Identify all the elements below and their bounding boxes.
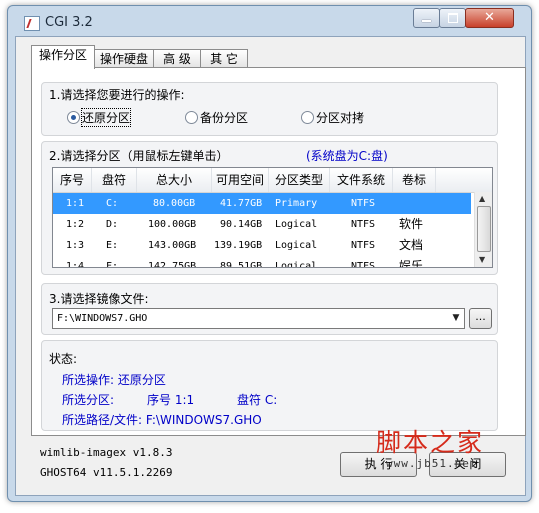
cell-fs: NTFS (351, 198, 376, 209)
col-index[interactable]: 序号 (53, 168, 92, 192)
cell-label: 软件 (399, 217, 424, 231)
close-icon: ✕ (484, 10, 495, 25)
cell-free: 41.77GB (220, 198, 263, 209)
table-row[interactable]: 1:2 D: 100.00GB 90.14GB Logical NTFS 软件 (53, 214, 471, 235)
minimize-icon (422, 20, 431, 22)
cell-label: 文档 (399, 238, 424, 252)
col-label[interactable]: 卷标 (393, 168, 436, 192)
scroll-up-icon[interactable]: ▲ (479, 194, 485, 203)
watermark-url: www.jb51.net (386, 457, 478, 470)
scroll-thumb[interactable] (477, 206, 491, 252)
image-file-label: 3.请选择镜像文件: (49, 292, 149, 306)
cell-fs: NTFS (351, 219, 376, 230)
table-row[interactable]: 1:4 F: 142.75GB 89.51GB Logical NTFS 娱乐 (53, 256, 471, 268)
status-partition-index: 序号 1:1 (147, 393, 195, 407)
table-row[interactable]: 1:1 C: 80.00GB 41.77GB Primary NTFS (53, 193, 471, 214)
list-scrollbar[interactable]: ▲ ▼ (474, 192, 492, 267)
site-watermark: 脚本之家 www.jb51.net (376, 423, 496, 475)
maximize-button[interactable] (439, 8, 466, 28)
cell-total: 100.00GB (148, 219, 197, 230)
cell-drive: C: (106, 198, 119, 209)
status-label: 状态: (49, 352, 78, 366)
ghost-version: GHOST64 v11.5.1.2269 (40, 466, 173, 479)
cell-type: Primary (275, 198, 318, 209)
cell-free: 90.14GB (220, 219, 263, 230)
operation-label: 1.请选择您要进行的操作: (49, 88, 185, 102)
col-free[interactable]: 可用空间 (212, 168, 269, 192)
cell-fs: NTFS (351, 240, 376, 251)
col-drive[interactable]: 盘符 (92, 168, 137, 192)
col-total[interactable]: 总大小 (137, 168, 212, 192)
scroll-down-icon[interactable]: ▼ (479, 255, 485, 264)
partition-label: 2.请选择分区（用鼠标左键单击） (49, 149, 229, 163)
cell-type: Logical (275, 261, 318, 268)
radio-backup-label[interactable]: 备份分区 (200, 109, 248, 126)
radio-copy-label[interactable]: 分区对拷 (316, 109, 364, 126)
cell-drive: F: (106, 261, 119, 268)
window-title: CGI 3.2 (45, 15, 93, 30)
cell-drive: D: (106, 219, 119, 230)
image-file-value: F:\WINDOWS7.GHO (57, 313, 148, 324)
cell-drive: E: (106, 240, 119, 251)
tab-advanced[interactable]: 高 级 (153, 49, 201, 68)
list-header: 序号 盘符 总大小 可用空间 分区类型 文件系统 卷标 (53, 168, 492, 193)
tab-other[interactable]: 其 它 (200, 49, 248, 68)
cell-free: 139.19GB (214, 240, 263, 251)
radio-copy[interactable] (301, 111, 314, 124)
cell-label: 娱乐 (399, 259, 424, 268)
cell-fs: NTFS (351, 261, 376, 268)
partition-list[interactable]: 序号 盘符 总大小 可用空间 分区类型 文件系统 卷标 1:1 C: 80.00… (52, 167, 493, 268)
watermark-logo-text: 脚本之家 (376, 428, 485, 457)
minimize-button[interactable] (413, 8, 440, 28)
maximize-icon (448, 13, 458, 23)
status-partition-label: 所选分区: (62, 393, 115, 407)
cell-total: 142.75GB (148, 261, 197, 268)
close-window-button[interactable]: ✕ (465, 8, 514, 28)
cell-index: 1:1 (66, 198, 85, 209)
col-type[interactable]: 分区类型 (269, 168, 330, 192)
app-icon (24, 16, 40, 31)
radio-restore[interactable] (67, 111, 80, 124)
tab-partition[interactable]: 操作分区 (31, 45, 95, 69)
chevron-down-icon[interactable]: ▼ (448, 309, 464, 328)
image-file-combo[interactable]: F:\WINDOWS7.GHO ▼ (52, 308, 465, 329)
cell-index: 1:4 (66, 261, 85, 268)
wimlib-version: wimlib-imagex v1.8.3 (40, 446, 173, 459)
status-path: 所选路径/文件: F:\WINDOWS7.GHO (62, 413, 262, 427)
col-fs[interactable]: 文件系统 (330, 168, 393, 192)
radio-backup[interactable] (185, 111, 198, 124)
status-partition-drive: 盘符 C: (237, 393, 278, 407)
tab-disk[interactable]: 操作硬盘 (94, 49, 154, 68)
cell-index: 1:2 (66, 219, 85, 230)
cell-total: 80.00GB (153, 198, 196, 209)
cell-total: 143.00GB (148, 240, 197, 251)
cell-free: 89.51GB (220, 261, 263, 268)
table-row[interactable]: 1:3 E: 143.00GB 139.19GB Logical NTFS 文档 (53, 235, 471, 256)
browse-button[interactable]: ... (469, 308, 492, 329)
radio-restore-label[interactable]: 还原分区 (80, 108, 132, 127)
cell-type: Logical (275, 240, 318, 251)
cell-type: Logical (275, 219, 318, 230)
title-bar[interactable]: CGI 3.2 ✕ (8, 6, 531, 36)
cell-index: 1:3 (66, 240, 85, 251)
status-operation: 所选操作: 还原分区 (62, 373, 166, 387)
system-drive-note: (系统盘为C:盘) (306, 149, 388, 163)
